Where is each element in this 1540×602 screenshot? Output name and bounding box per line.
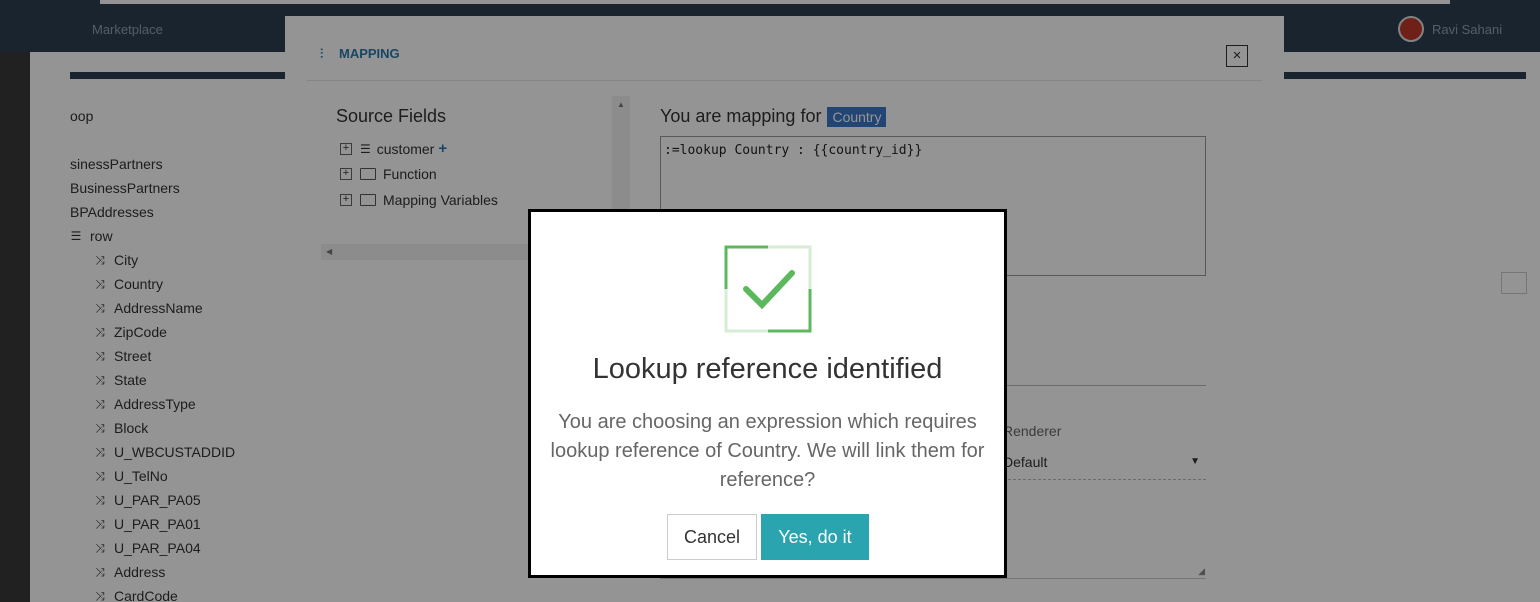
confirm-dialog: Lookup reference identified You are choo… — [528, 209, 1007, 578]
cancel-button[interactable]: Cancel — [667, 514, 757, 560]
dialog-title: Lookup reference identified — [592, 353, 943, 385]
confirm-button[interactable]: Yes, do it — [761, 514, 869, 560]
dialog-message: You are choosing an expression which req… — [550, 411, 985, 491]
check-icon — [724, 245, 812, 333]
